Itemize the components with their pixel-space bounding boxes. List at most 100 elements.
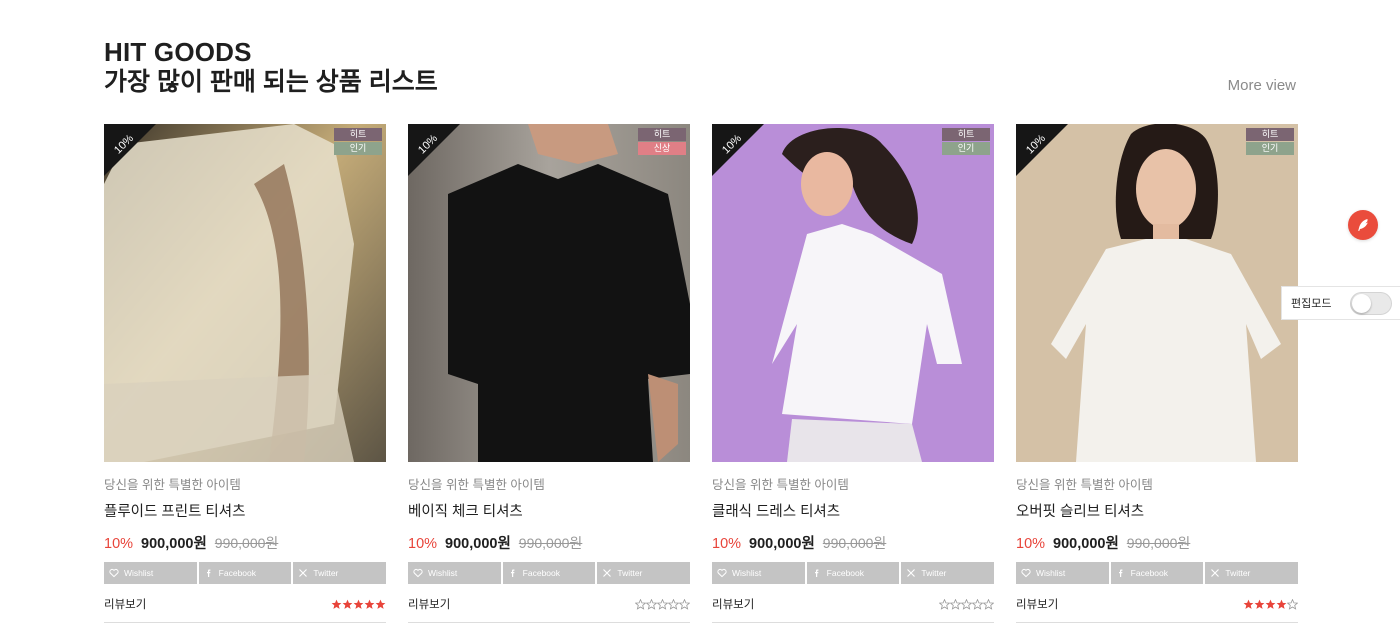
review-link[interactable]: 리뷰보기 xyxy=(1016,596,1058,612)
wishlist-label: Wishlist xyxy=(732,568,762,578)
original-price: 990,000원 xyxy=(822,535,887,551)
star-filled-icon xyxy=(331,599,342,609)
facebook-icon xyxy=(1116,568,1126,578)
star-filled-icon xyxy=(353,599,364,609)
heart-icon xyxy=(717,568,727,578)
review-link[interactable]: 리뷰보기 xyxy=(408,596,450,612)
twitter-button[interactable]: Twitter xyxy=(901,562,995,584)
share-bar: Wishlist Facebook Twitter xyxy=(104,562,387,584)
facebook-icon xyxy=(812,568,822,578)
heart-icon xyxy=(1021,568,1031,578)
facebook-button[interactable]: Facebook xyxy=(502,562,596,584)
star-filled-icon xyxy=(1265,599,1276,609)
star-rating xyxy=(635,598,690,610)
original-price: 990,000원 xyxy=(1126,535,1191,551)
section-header: HIT GOODS 가장 많이 판매 되는 상품 리스트 More view xyxy=(104,38,1296,124)
x-twitter-icon xyxy=(298,568,308,578)
hit-goods-section: HIT GOODS 가장 많이 판매 되는 상품 리스트 More view 1… xyxy=(104,38,1299,623)
badge-stack: 히트 인기 xyxy=(334,128,382,155)
star-rating xyxy=(1243,598,1298,610)
star-empty-icon xyxy=(646,598,657,610)
star-filled-icon xyxy=(375,599,386,609)
star-rating xyxy=(939,598,994,610)
product-grid: 10% 히트 인기 당신을 위한 특별한 아이템 플루이드 프린트 티셔츠 10… xyxy=(104,124,1299,623)
product-name[interactable]: 베이직 체크 티셔츠 xyxy=(408,500,690,521)
product-image[interactable]: 10% 히트 인기 xyxy=(712,124,994,462)
heart-icon xyxy=(413,568,423,578)
wishlist-label: Wishlist xyxy=(428,568,458,578)
star-empty-icon xyxy=(668,598,679,610)
facebook-button[interactable]: Facebook xyxy=(806,562,900,584)
review-link[interactable]: 리뷰보기 xyxy=(104,596,146,612)
product-name[interactable]: 클래식 드레스 티셔츠 xyxy=(712,500,994,521)
facebook-label: Facebook xyxy=(1130,568,1169,578)
product-card[interactable]: 10% 히트 신상 당신을 위한 특별한 아이템 베이직 체크 티셔츠 10% … xyxy=(408,124,691,623)
edit-mode-panel: 편집모드 xyxy=(1281,286,1400,320)
review-link[interactable]: 리뷰보기 xyxy=(712,596,754,612)
product-image[interactable]: 10% 히트 인기 xyxy=(104,124,386,462)
product-name[interactable]: 플루이드 프린트 티셔츠 xyxy=(104,500,386,521)
twitter-label: Twitter xyxy=(921,568,947,578)
section-title-ko: 가장 많이 판매 되는 상품 리스트 xyxy=(104,68,438,96)
facebook-button[interactable]: Facebook xyxy=(198,562,292,584)
wishlist-button[interactable]: Wishlist xyxy=(1016,562,1109,584)
star-empty-icon xyxy=(961,598,972,610)
share-bar: Wishlist Facebook Twitter xyxy=(712,562,995,584)
badge-stack: 히트 인기 xyxy=(1246,128,1294,155)
edit-mode-label: 편집모드 xyxy=(1291,298,1332,310)
wishlist-button[interactable]: Wishlist xyxy=(104,562,197,584)
product-subtitle: 당신을 위한 특별한 아이템 xyxy=(712,478,849,492)
wishlist-button[interactable]: Wishlist xyxy=(408,562,501,584)
wishlist-button[interactable]: Wishlist xyxy=(712,562,805,584)
product-price: 10% 900,000원 990,000원 xyxy=(104,532,386,553)
edit-mode-toggle[interactable] xyxy=(1350,292,1392,315)
x-twitter-icon xyxy=(906,568,916,578)
product-name[interactable]: 오버핏 슬리브 티셔츠 xyxy=(1016,500,1298,521)
discount-rate: 10% xyxy=(408,536,438,552)
badge-hit: 히트 xyxy=(1246,128,1294,141)
share-bar: Wishlist Facebook Twitter xyxy=(1016,562,1299,584)
facebook-icon xyxy=(204,568,214,578)
star-empty-icon xyxy=(657,598,668,610)
product-card[interactable]: 10% 히트 인기 당신을 위한 특별한 아이템 플루이드 프린트 티셔츠 10… xyxy=(104,124,387,623)
facebook-button[interactable]: Facebook xyxy=(1110,562,1204,584)
star-empty-icon xyxy=(939,598,950,610)
product-image[interactable]: 10% 히트 인기 xyxy=(1016,124,1298,462)
original-price: 990,000원 xyxy=(518,535,583,551)
star-filled-icon xyxy=(342,599,353,609)
x-twitter-icon xyxy=(1210,568,1220,578)
heart-icon xyxy=(109,568,119,578)
star-filled-icon xyxy=(1276,599,1287,609)
share-bar: Wishlist Facebook Twitter xyxy=(408,562,691,584)
sale-price: 900,000원 xyxy=(445,536,511,552)
product-image[interactable]: 10% 히트 신상 xyxy=(408,124,690,462)
badge-stack: 히트 인기 xyxy=(942,128,990,155)
wishlist-label: Wishlist xyxy=(1036,568,1066,578)
x-twitter-icon xyxy=(602,568,612,578)
discount-rate: 10% xyxy=(1016,536,1046,552)
section-title-en: HIT GOODS xyxy=(104,37,252,67)
twitter-button[interactable]: Twitter xyxy=(597,562,691,584)
discount-corner xyxy=(1016,124,1068,176)
twitter-button[interactable]: Twitter xyxy=(1205,562,1299,584)
star-filled-icon xyxy=(364,599,375,609)
badge-hit: 히트 xyxy=(942,128,990,141)
review-row: 리뷰보기 xyxy=(408,596,690,623)
twitter-label: Twitter xyxy=(1225,568,1251,578)
star-filled-icon xyxy=(1243,599,1254,609)
badge-new: 신상 xyxy=(638,142,686,155)
badge-popular: 인기 xyxy=(334,142,382,155)
product-subtitle: 당신을 위한 특별한 아이템 xyxy=(1016,478,1153,492)
star-rating xyxy=(331,599,386,610)
feather-pen-glyph xyxy=(1358,219,1368,231)
more-view-link[interactable]: More view xyxy=(1228,77,1296,94)
star-empty-icon xyxy=(983,598,994,610)
twitter-button[interactable]: Twitter xyxy=(293,562,387,584)
star-empty-icon xyxy=(972,598,983,610)
discount-corner xyxy=(712,124,764,176)
product-card[interactable]: 10% 히트 인기 당신을 위한 특별한 아이템 오버핏 슬리브 티셔츠 10%… xyxy=(1016,124,1299,623)
product-card[interactable]: 10% 히트 인기 당신을 위한 특별한 아이템 클래식 드레스 티셔츠 10%… xyxy=(712,124,995,623)
badge-hit: 히트 xyxy=(334,128,382,141)
feather-pen-icon[interactable] xyxy=(1348,210,1378,240)
star-empty-icon xyxy=(950,598,961,610)
